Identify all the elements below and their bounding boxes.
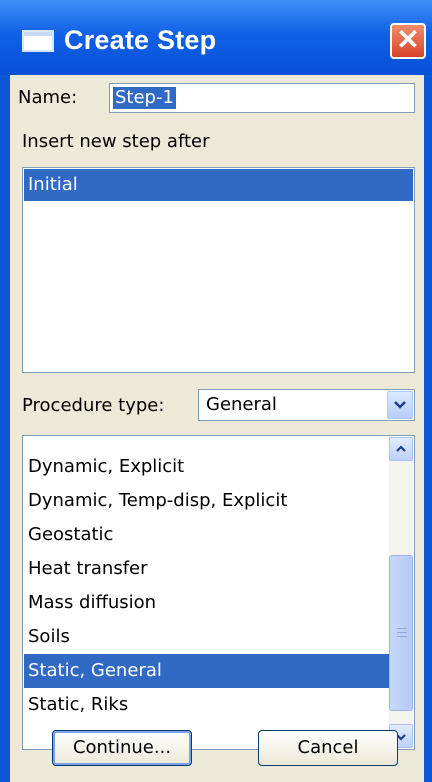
chevron-down-icon	[394, 401, 406, 409]
scrollbar[interactable]	[389, 437, 413, 748]
list-item[interactable]: Soils	[24, 620, 389, 654]
grip-line	[397, 632, 407, 633]
name-input[interactable]: Step-1	[109, 83, 415, 113]
list-item[interactable]: Dynamic, Explicit	[24, 450, 389, 484]
list-item[interactable]: Dynamic, Temp-disp, Explicit	[24, 484, 389, 518]
procedure-type-label: Procedure type:	[22, 395, 165, 416]
chevron-up-icon	[396, 445, 406, 452]
dialog-body: Name: Step-1 Insert new step after Initi…	[10, 75, 424, 782]
title-bar[interactable]: Create Step ✕	[0, 0, 432, 75]
procedure-type-value: General	[206, 394, 277, 415]
insert-after-label: Insert new step after	[22, 131, 210, 152]
window-title: Create Step	[64, 25, 217, 55]
scroll-thumb[interactable]	[389, 555, 413, 711]
create-step-dialog: Create Step ✕ Name: Step-1 Insert new st…	[0, 0, 432, 782]
name-label: Name:	[18, 87, 78, 108]
list-item[interactable]: Heat transfer	[24, 552, 389, 586]
grip-line	[397, 636, 407, 637]
list-item[interactable]: Geostatic	[24, 518, 389, 552]
cancel-button[interactable]: Cancel	[258, 730, 398, 766]
list-item[interactable]: Static, Riks	[24, 688, 389, 722]
list-item[interactable]: Mass diffusion	[24, 586, 389, 620]
step-list-item-initial[interactable]: Initial	[24, 169, 413, 201]
window-icon	[22, 30, 54, 52]
name-value: Step-1	[113, 87, 176, 109]
continue-button[interactable]: Continue...	[52, 730, 192, 766]
procedure-list[interactable]: Dynamic, Explicit Dynamic, Temp-disp, Ex…	[22, 435, 415, 750]
procedure-type-select[interactable]: General	[198, 389, 415, 421]
list-item-selected[interactable]: Static, General	[24, 654, 389, 688]
close-button[interactable]: ✕	[390, 23, 426, 59]
dropdown-button[interactable]	[387, 391, 413, 419]
insert-after-list[interactable]: Initial	[22, 167, 415, 373]
grip-line	[397, 628, 407, 629]
scroll-up-button[interactable]	[389, 437, 413, 461]
